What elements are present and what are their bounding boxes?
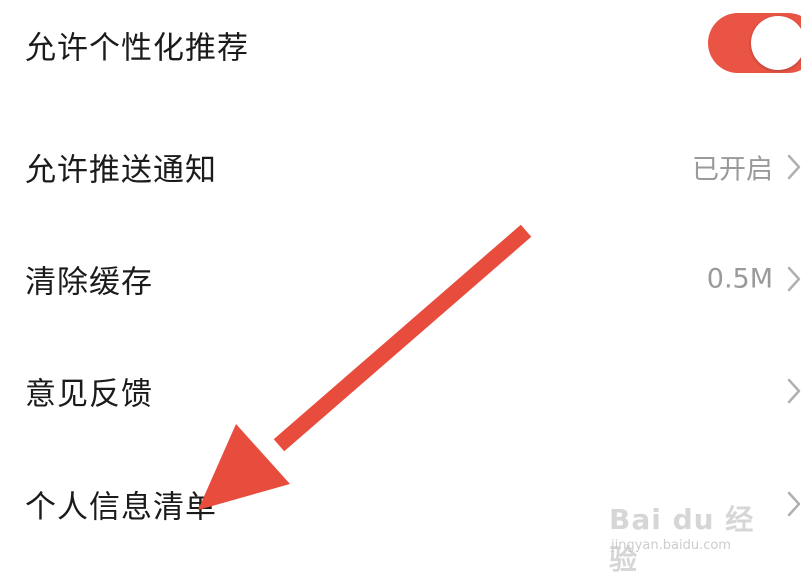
chevron-right-icon [787, 266, 801, 292]
cache-size-value: 0.5M [706, 263, 773, 295]
chevron-right-icon [787, 154, 801, 180]
setting-row-personalized-recommendation[interactable]: 允许个性化推荐 [0, 0, 801, 90]
setting-row-feedback[interactable]: 意见反馈 [0, 346, 801, 436]
setting-row-push-notification[interactable]: 允许推送通知 已开启 [0, 122, 801, 212]
watermark-url: jingyan.baidu.com [611, 538, 731, 553]
chevron-right-icon [787, 378, 801, 404]
baidu-jingyan-watermark: Bai du 经验 jingyan.baidu.com [609, 498, 759, 576]
personalized-recommendation-toggle[interactable] [708, 13, 801, 73]
chevron-right-icon [787, 491, 801, 517]
setting-label: 允许推送通知 [25, 152, 217, 189]
toggle-knob [751, 16, 801, 70]
setting-label: 允许个性化推荐 [25, 30, 249, 67]
setting-value: 已开启 [692, 154, 773, 186]
setting-label: 清除缓存 [25, 264, 153, 301]
settings-screen: 允许个性化推荐 允许推送通知 已开启 清除缓存 0.5M 意见反馈 个人信息清单 [0, 0, 801, 578]
setting-label: 意见反馈 [25, 376, 153, 413]
setting-label: 个人信息清单 [25, 489, 217, 526]
setting-row-clear-cache[interactable]: 清除缓存 0.5M [0, 234, 801, 324]
